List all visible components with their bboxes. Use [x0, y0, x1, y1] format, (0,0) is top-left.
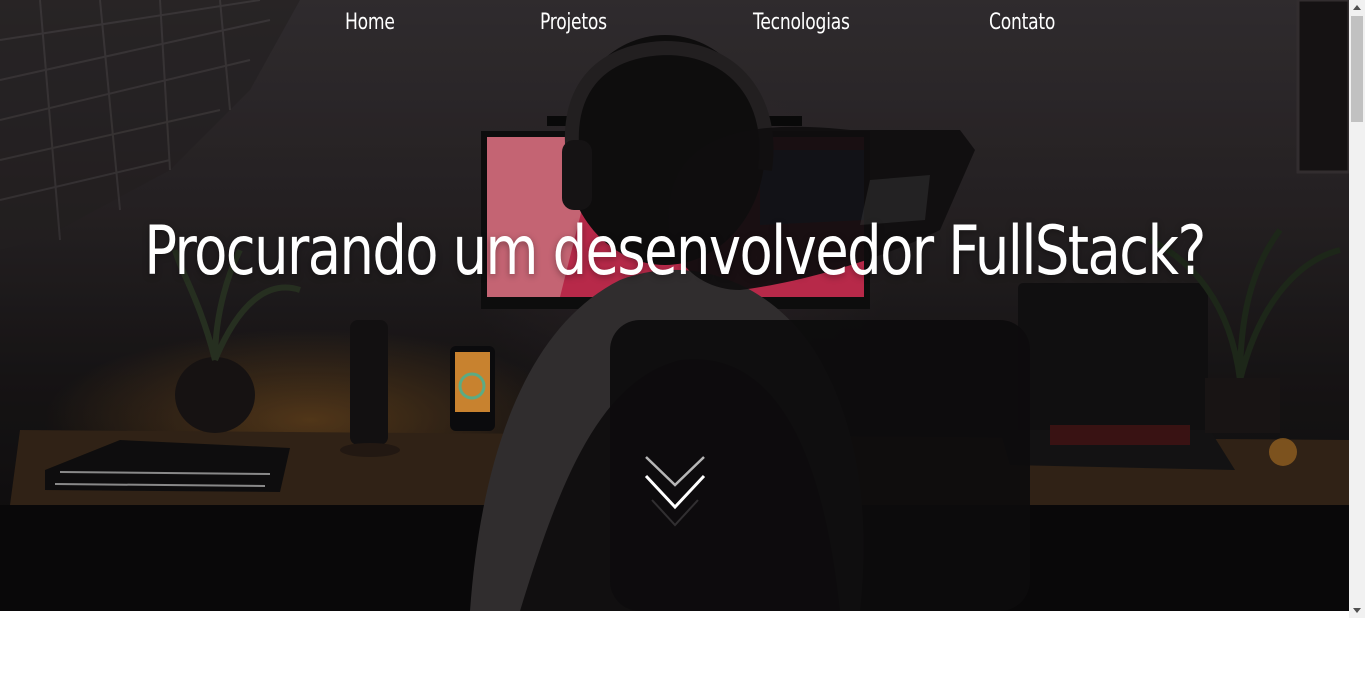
nav-link-projetos[interactable]: Projetos: [540, 10, 607, 35]
vertical-scrollbar[interactable]: [1349, 0, 1365, 618]
hero-section: Home Projetos Tecnologias Contato Procur…: [0, 0, 1349, 611]
top-navigation: Home Projetos Tecnologias Contato: [0, 0, 1349, 52]
scroll-down-button[interactable]: [640, 450, 710, 532]
hero-headline: Procurando um desenvolvedor FullStack?: [144, 212, 1206, 291]
scrollbar-thumb[interactable]: [1351, 16, 1363, 122]
nav-link-tecnologias[interactable]: Tecnologias: [753, 10, 850, 35]
double-chevron-down-icon: [644, 456, 706, 527]
scroll-down-arrow-icon[interactable]: [1349, 602, 1365, 618]
nav-link-contato[interactable]: Contato: [989, 10, 1055, 35]
nav-link-home[interactable]: Home: [345, 10, 395, 35]
scroll-up-arrow-icon[interactable]: [1349, 0, 1365, 16]
